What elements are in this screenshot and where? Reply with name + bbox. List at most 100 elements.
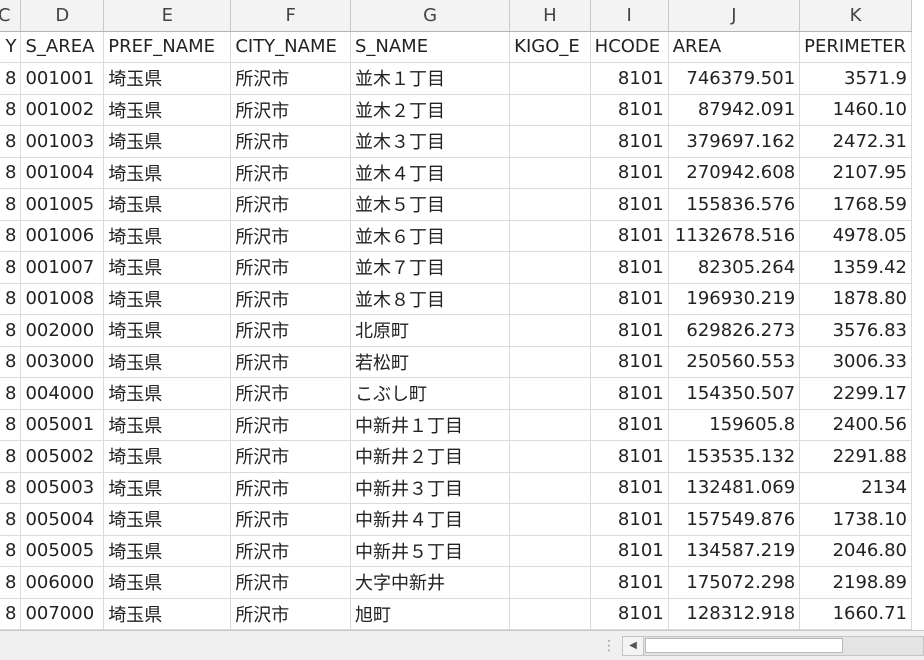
cell-hcode[interactable]: 8101	[590, 94, 669, 126]
cell-city[interactable]: 所沢市	[230, 503, 351, 536]
cell-city[interactable]: 所沢市	[230, 377, 351, 410]
cell-s-area[interactable]: 005005	[20, 535, 105, 567]
cell-s-name[interactable]: 並木４丁目	[350, 157, 511, 189]
cell-city[interactable]: 所沢市	[230, 346, 351, 378]
cell-kigo[interactable]	[509, 472, 591, 504]
cell-s-name[interactable]: こぶし町	[350, 377, 511, 410]
cell-s-area[interactable]: 001006	[20, 220, 105, 252]
cell-c[interactable]: 8	[0, 314, 22, 347]
cell-pref[interactable]: 埼玉県	[103, 346, 232, 378]
cell-area[interactable]: 1132678.516	[668, 220, 801, 252]
cell-hcode[interactable]: 8101	[590, 377, 669, 410]
horizontal-scrollbar[interactable]: ◀	[622, 636, 924, 656]
cell-s-area[interactable]: 002000	[20, 314, 105, 347]
cell-c[interactable]: 8	[0, 472, 22, 504]
cell-city[interactable]: 所沢市	[230, 62, 351, 95]
split-grip-icon[interactable]: ⋮	[602, 639, 616, 653]
cell-c[interactable]: 8	[0, 377, 22, 410]
cell-area[interactable]: 128312.918	[668, 598, 801, 630]
cell-perimeter[interactable]: 1460.10	[799, 94, 912, 126]
cell-pref[interactable]: 埼玉県	[103, 566, 232, 599]
column-header-d[interactable]: D	[20, 0, 105, 32]
cell-c[interactable]: 8	[0, 346, 22, 378]
cell-s-area[interactable]: 004000	[20, 377, 105, 410]
cell-area[interactable]: 132481.069	[668, 472, 801, 504]
cell-perimeter[interactable]: 1738.10	[799, 503, 912, 536]
cell-perimeter[interactable]: 2472.31	[799, 125, 912, 158]
cell-s-area[interactable]: 003000	[20, 346, 105, 378]
cell-s-area[interactable]: 001008	[20, 283, 105, 315]
cell-area[interactable]: 155836.576	[668, 188, 801, 221]
cell-kigo[interactable]	[509, 440, 591, 473]
cell-s-area[interactable]: 007000	[20, 598, 105, 630]
cell-hcode[interactable]: 8101	[590, 62, 669, 95]
cell-c[interactable]: 8	[0, 125, 22, 158]
cell-c[interactable]: 8	[0, 598, 22, 630]
cell-pref[interactable]: 埼玉県	[103, 440, 232, 473]
cell-city[interactable]: 所沢市	[230, 188, 351, 221]
cell-s-name[interactable]: 旭町	[350, 598, 511, 630]
cell-s-name[interactable]: 並木５丁目	[350, 188, 511, 221]
cell-s-name[interactable]: 若松町	[350, 346, 511, 378]
cell-s-name[interactable]: 並木２丁目	[350, 94, 511, 126]
cell-hcode[interactable]: 8101	[590, 409, 669, 441]
cell-kigo[interactable]	[509, 598, 591, 630]
cell-perimeter[interactable]: 1768.59	[799, 188, 912, 221]
cell-hcode[interactable]: 8101	[590, 346, 669, 378]
cell-hcode[interactable]: 8101	[590, 472, 669, 504]
scroll-thumb[interactable]	[645, 638, 843, 653]
column-header-h[interactable]: H	[509, 0, 591, 32]
cell-hcode[interactable]: 8101	[590, 440, 669, 473]
cell-kigo[interactable]	[509, 346, 591, 378]
cell-area[interactable]: 153535.132	[668, 440, 801, 473]
cell-s-area[interactable]: 005002	[20, 440, 105, 473]
cell-perimeter[interactable]: 2107.95	[799, 157, 912, 189]
cell-kigo[interactable]	[509, 62, 591, 95]
cell-pref[interactable]: 埼玉県	[103, 220, 232, 252]
cell-perimeter[interactable]: 4978.05	[799, 220, 912, 252]
cell-pref[interactable]: 埼玉県	[103, 314, 232, 347]
cell-area[interactable]: 270942.608	[668, 157, 801, 189]
cell-kigo[interactable]	[509, 251, 591, 284]
cell-s-area[interactable]: 005003	[20, 472, 105, 504]
cell-s-name[interactable]: 並木８丁目	[350, 283, 511, 315]
cell-s-name[interactable]: 並木７丁目	[350, 251, 511, 284]
cell-hcode[interactable]: 8101	[590, 220, 669, 252]
cell-hcode[interactable]: 8101	[590, 188, 669, 221]
field-name-cell[interactable]: HCODE	[590, 31, 669, 63]
cell-perimeter[interactable]: 2400.56	[799, 409, 912, 441]
cell-perimeter[interactable]: 3576.83	[799, 314, 912, 347]
cell-s-name[interactable]: 中新井５丁目	[350, 535, 511, 567]
cell-c[interactable]: 8	[0, 157, 22, 189]
cell-hcode[interactable]: 8101	[590, 157, 669, 189]
column-header-e[interactable]: E	[103, 0, 232, 32]
cell-pref[interactable]: 埼玉県	[103, 125, 232, 158]
cell-hcode[interactable]: 8101	[590, 535, 669, 567]
cell-area[interactable]: 196930.219	[668, 283, 801, 315]
scroll-left-icon[interactable]: ◀	[623, 637, 644, 655]
cell-kigo[interactable]	[509, 503, 591, 536]
cell-city[interactable]: 所沢市	[230, 251, 351, 284]
cell-city[interactable]: 所沢市	[230, 409, 351, 441]
cell-s-name[interactable]: 北原町	[350, 314, 511, 347]
cell-pref[interactable]: 埼玉県	[103, 251, 232, 284]
cell-pref[interactable]: 埼玉県	[103, 62, 232, 95]
cell-hcode[interactable]: 8101	[590, 566, 669, 599]
cell-perimeter[interactable]: 2198.89	[799, 566, 912, 599]
cell-hcode[interactable]: 8101	[590, 598, 669, 630]
cell-c[interactable]: 8	[0, 251, 22, 284]
column-header-i[interactable]: I	[590, 0, 669, 32]
cell-perimeter[interactable]: 2291.88	[799, 440, 912, 473]
cell-pref[interactable]: 埼玉県	[103, 535, 232, 567]
cell-pref[interactable]: 埼玉県	[103, 598, 232, 630]
column-header-f[interactable]: F	[230, 0, 351, 32]
cell-perimeter[interactable]: 1660.71	[799, 598, 912, 630]
cell-city[interactable]: 所沢市	[230, 598, 351, 630]
cell-s-area[interactable]: 001002	[20, 94, 105, 126]
cell-area[interactable]: 157549.876	[668, 503, 801, 536]
cell-city[interactable]: 所沢市	[230, 220, 351, 252]
cell-c[interactable]: 8	[0, 188, 22, 221]
cell-pref[interactable]: 埼玉県	[103, 409, 232, 441]
cell-area[interactable]: 134587.219	[668, 535, 801, 567]
cell-city[interactable]: 所沢市	[230, 314, 351, 347]
